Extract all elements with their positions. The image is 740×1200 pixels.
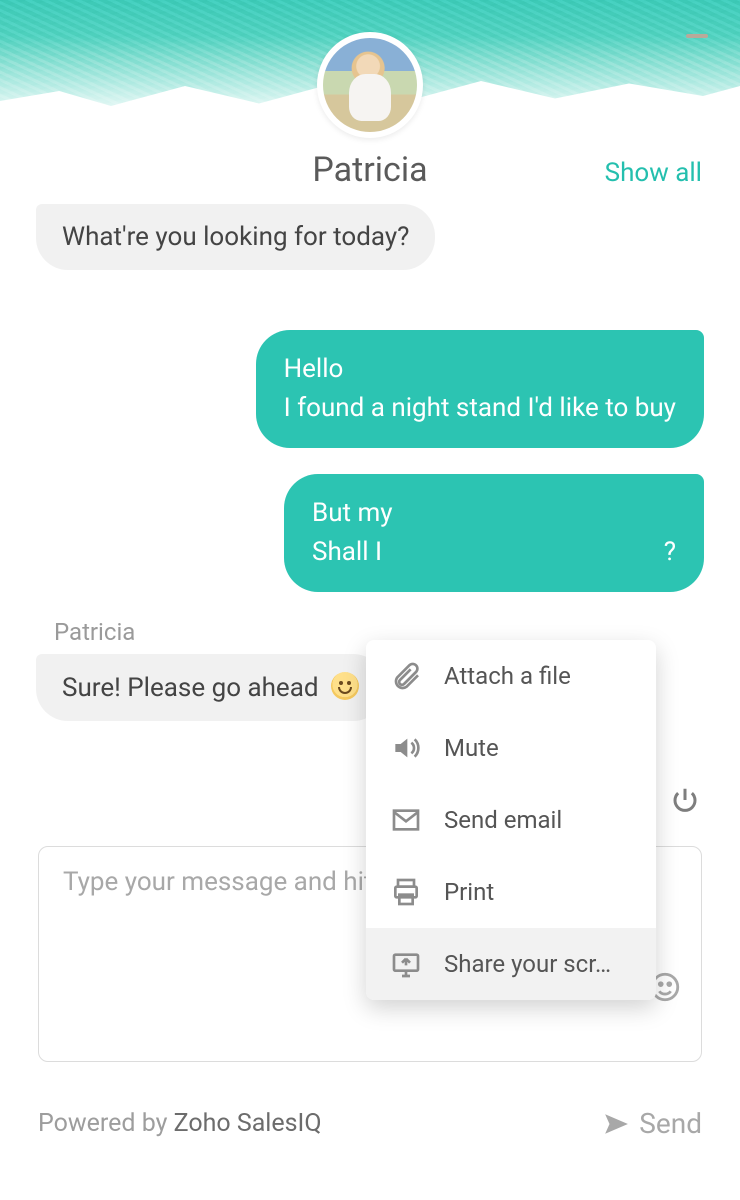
menu-share-screen[interactable]: Share your scr… <box>366 928 656 1000</box>
message-text: What're you looking for today? <box>62 222 409 252</box>
user-messages: Hello I found a night stand I'd like to … <box>36 330 704 592</box>
agent-message: What're you looking for today? <box>36 204 435 270</box>
send-button[interactable]: Send <box>603 1107 702 1140</box>
printer-icon <box>390 876 422 908</box>
envelope-icon <box>390 804 422 836</box>
message-line: But my <box>312 494 393 533</box>
message-line: Hello <box>284 350 676 389</box>
agent-avatar[interactable] <box>317 32 423 138</box>
chat-area: What're you looking for today? Hello I f… <box>0 190 740 721</box>
user-message: Hello I found a night stand I'd like to … <box>256 330 704 448</box>
menu-label: Share your scr… <box>444 950 611 978</box>
menu-label: Print <box>444 878 494 906</box>
menu-attach-file[interactable]: Attach a file <box>366 640 656 712</box>
agent-header-row: Patricia Show all <box>0 150 740 190</box>
powered-prefix: Powered by <box>38 1109 174 1138</box>
header-banner <box>0 0 740 120</box>
share-screen-icon <box>390 948 422 980</box>
menu-print[interactable]: Print <box>366 856 656 928</box>
powered-by: Powered by Zoho SalesIQ <box>38 1109 322 1138</box>
minimize-button[interactable] <box>686 34 708 38</box>
avatar-image <box>323 38 417 132</box>
agent-message: Sure! Please go ahead <box>36 654 385 721</box>
show-all-link[interactable]: Show all <box>605 158 702 188</box>
menu-send-email[interactable]: Send email <box>366 784 656 856</box>
speaker-icon <box>390 732 422 764</box>
user-message: But my Shall I ? <box>284 474 704 592</box>
context-menu: Attach a file Mute Send email Print Shar… <box>366 640 656 1000</box>
power-icon <box>670 785 700 815</box>
menu-mute[interactable]: Mute <box>366 712 656 784</box>
smile-emoji <box>331 672 359 700</box>
menu-label: Send email <box>444 806 562 834</box>
menu-label: Attach a file <box>444 662 571 690</box>
footer: Powered by Zoho SalesIQ Send <box>38 1107 702 1140</box>
brand-name[interactable]: Zoho SalesIQ <box>174 1109 322 1138</box>
message-tail: ? <box>664 533 676 572</box>
paperclip-icon <box>390 660 422 692</box>
send-icon <box>603 1111 629 1137</box>
power-button[interactable] <box>670 785 700 815</box>
message-line: I found a night stand I'd like to buy <box>284 389 676 428</box>
menu-label: Mute <box>444 734 499 762</box>
message-text: Sure! Please go ahead <box>62 673 319 703</box>
message-line: Shall I <box>312 533 382 572</box>
send-label: Send <box>639 1107 702 1140</box>
